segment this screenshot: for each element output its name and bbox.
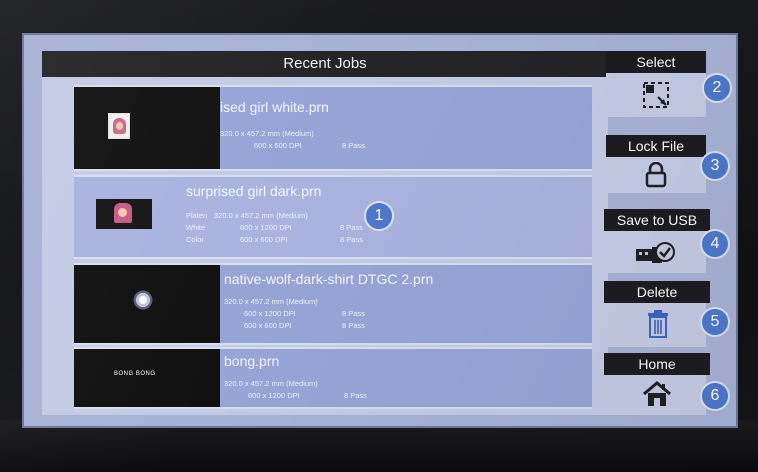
job-spec-size: 320.0 x 457.2 mm (Medium) [224,297,318,306]
job-name: bong.prn [224,353,280,369]
job-spec-dpi: 600 x 1200 DPI [244,309,296,318]
thumbnail-art-girl-white [108,113,130,139]
job-spec-pass: 8 Pass [342,141,365,150]
job-spec-label: Color [186,235,204,244]
usb-save-icon [636,242,675,263]
job-spec-label: Platen [186,211,208,220]
job-thumbnail: BONG BONG [74,349,220,407]
job-spec-size: 320.0 x 457.2 mm (Medium) [224,379,318,388]
job-spec-label: White [186,223,206,232]
job-row[interactable]: BONG BONG bong.prn 320.0 x 457.2 mm (Med… [74,347,592,409]
job-spec-size: 320.0 x 457.2 mm (Medium) [220,129,314,138]
thumbnail-art-wolf [132,289,154,311]
selection-icon [643,82,669,108]
callout-1: 1 [364,201,394,231]
trash-icon [648,310,668,338]
callout-6: 6 [700,381,730,411]
job-spec-pass: 8 Pass [344,391,367,400]
job-thumbnail [74,265,220,343]
job-name: native-wolf-dark-shirt DTGC 2.prn [224,271,434,287]
job-spec-pass: 8 Pass [342,309,365,318]
job-spec-dpi: 600 x 600 DPI [254,141,302,150]
job-spec-dpi: 600 x 1200 DPI [248,391,300,400]
job-row[interactable]: native-wolf-dark-shirt DTGC 2.prn 320.0 … [74,263,592,345]
job-spec-size: 320.0 x 457.2 mm (Medium) [214,211,308,220]
job-name: ised girl white.prn [220,99,329,115]
job-spec-pass: 8 Pass [342,321,365,330]
callout-2: 2 [702,73,732,103]
job-spec-dpi: 600 x 1200 DPI [240,223,292,232]
job-name: surprised girl dark.prn [186,183,322,199]
job-row-selected[interactable]: surprised girl dark.prn Platen 320.0 x 4… [74,175,592,259]
job-spec-pass: 8 Pass [340,223,363,232]
lock-file-label: Lock File [606,135,706,157]
job-spec-dpi: 600 x 600 DPI [244,321,292,330]
job-spec-dpi: 600 x 600 DPI [240,235,288,244]
callout-5: 5 [700,307,730,337]
recent-jobs-title: Recent Jobs [42,51,608,77]
lock-icon [645,162,667,188]
thumbnail-art-girl-dark [114,203,132,223]
select-label: Select [606,51,706,73]
callout-3: 3 [700,151,730,181]
save-to-usb-label: Save to USB [604,209,710,231]
job-row[interactable]: ised girl white.prn 320.0 x 457.2 mm (Me… [74,85,592,171]
home-label: Home [604,353,710,375]
job-thumbnail [74,87,220,169]
home-button[interactable]: Home [604,353,718,415]
recent-jobs-panel: Recent Jobs ised girl white.prn 320.0 x … [42,51,608,415]
job-spec-pass: 8 Pass [340,235,363,244]
callout-4: 4 [700,229,730,259]
delete-label: Delete [604,281,710,303]
touch-screen: Recent Jobs ised girl white.prn 320.0 x … [22,33,738,428]
home-icon [643,381,671,406]
thumbnail-art-text: BONG BONG [114,371,156,377]
